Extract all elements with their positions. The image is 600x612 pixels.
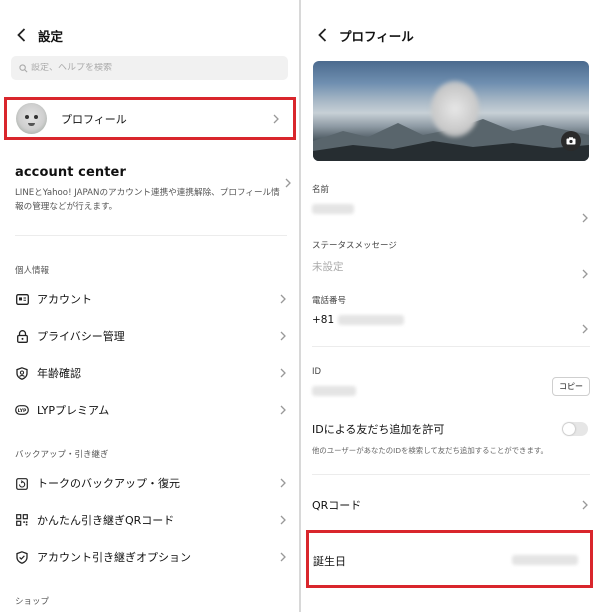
settings-item-label: LYPプレミアム bbox=[37, 404, 110, 417]
status-message-value: 未設定 bbox=[312, 261, 344, 273]
profile-label: プロフィール bbox=[61, 112, 127, 126]
back-button[interactable] bbox=[8, 22, 34, 48]
settings-item-age-verification[interactable]: 年齢確認 bbox=[15, 363, 292, 383]
profile-item[interactable]: プロフィール bbox=[4, 97, 296, 140]
settings-item-label: プライバシー管理 bbox=[37, 330, 125, 343]
settings-item-label: かんたん引き継ぎQRコード bbox=[37, 514, 175, 527]
search-bar[interactable] bbox=[11, 56, 288, 80]
divider bbox=[15, 235, 287, 236]
chevron-left-icon bbox=[317, 28, 326, 42]
backup-icon bbox=[15, 476, 29, 490]
birthday-item[interactable]: 誕生日 bbox=[306, 530, 593, 588]
qr-code-icon bbox=[15, 513, 29, 527]
settings-item-qr-transfer[interactable]: かんたん引き継ぎQRコード bbox=[15, 510, 292, 530]
allow-id-toggle[interactable] bbox=[562, 422, 588, 436]
chevron-right-icon bbox=[278, 550, 288, 564]
section-label-personal: 個人情報 bbox=[15, 266, 50, 276]
page-title: プロフィール bbox=[339, 28, 414, 44]
settings-item-label: アカウント引き継ぎオプション bbox=[37, 551, 191, 564]
divider bbox=[312, 474, 590, 475]
chevron-right-icon bbox=[580, 267, 590, 281]
profile-photo-blurred[interactable] bbox=[431, 81, 479, 137]
chevron-right-icon bbox=[278, 513, 288, 527]
allow-id-description: 他のユーザーがあなたのIDを検索して友だち追加することができます。 bbox=[312, 446, 548, 455]
chevron-right-icon bbox=[278, 366, 288, 380]
settings-panel: 設定 プロフィール account center LINEとYahoo! JAP… bbox=[0, 0, 299, 612]
profile-header: プロフィール bbox=[301, 22, 414, 48]
chevron-right-icon bbox=[278, 292, 288, 306]
id-field: ID コピー bbox=[312, 367, 590, 399]
qr-code-label: QRコード bbox=[312, 499, 362, 512]
section-label-backup: バックアップ・引き継ぎ bbox=[15, 450, 109, 460]
birthday-value-redacted bbox=[512, 555, 578, 565]
name-field[interactable]: 名前 bbox=[312, 183, 590, 223]
phone-field[interactable]: 電話番号 +81 bbox=[312, 294, 590, 334]
chevron-right-icon bbox=[580, 211, 590, 225]
settings-item-lyp-premium[interactable]: LYP LYPプレミアム bbox=[15, 400, 292, 420]
settings-item-label: トークのバックアップ・復元 bbox=[37, 477, 180, 490]
qr-code-item[interactable]: QRコード bbox=[312, 496, 590, 514]
chevron-right-icon bbox=[283, 176, 293, 190]
field-label: ID bbox=[312, 367, 322, 377]
copy-button[interactable]: コピー bbox=[552, 377, 590, 396]
field-label: 名前 bbox=[312, 185, 330, 195]
status-message-field[interactable]: ステータスメッセージ 未設定 bbox=[312, 239, 590, 279]
phone-prefix: +81 bbox=[312, 314, 335, 326]
id-value-redacted bbox=[312, 385, 590, 399]
svg-text:LYP: LYP bbox=[18, 408, 27, 414]
chevron-right-icon bbox=[278, 403, 288, 417]
birthday-label: 誕生日 bbox=[313, 555, 346, 568]
account-center-title: account center bbox=[15, 165, 126, 180]
chevron-left-icon bbox=[16, 28, 25, 42]
field-label: ステータスメッセージ bbox=[312, 241, 397, 251]
chevron-right-icon bbox=[271, 112, 281, 126]
settings-item-account[interactable]: アカウント bbox=[15, 289, 292, 309]
chevron-right-icon bbox=[580, 498, 590, 512]
search-icon bbox=[19, 63, 28, 72]
account-center-item[interactable]: account center LINEとYahoo! JAPANのアカウント連携… bbox=[15, 165, 291, 214]
shield-icon bbox=[15, 366, 29, 380]
avatar bbox=[16, 103, 47, 134]
allow-id-search-setting: IDによる友だち追加を許可 他のユーザーがあなたのIDを検索して友だち追加するこ… bbox=[312, 421, 590, 456]
account-center-description: LINEとYahoo! JAPANのアカウント連携や連携解除、プロフィール情報の… bbox=[15, 188, 280, 212]
settings-item-privacy[interactable]: プライバシー管理 bbox=[15, 326, 292, 346]
chevron-right-icon bbox=[278, 329, 288, 343]
settings-item-label: アカウント bbox=[37, 293, 92, 306]
id-card-icon bbox=[15, 292, 29, 306]
settings-header: 設定 bbox=[0, 22, 63, 48]
settings-item-chat-backup[interactable]: トークのバックアップ・復元 bbox=[15, 473, 292, 493]
settings-item-transfer-options[interactable]: アカウント引き継ぎオプション bbox=[15, 547, 292, 567]
profile-panel: プロフィール 名前 ステータスメッセージ 未設定 電話番号 +81 ID コピー… bbox=[301, 0, 600, 612]
lock-icon bbox=[15, 329, 29, 343]
shield-check-icon bbox=[15, 550, 29, 564]
cover-image[interactable] bbox=[313, 61, 589, 161]
section-label-shop: ショップ bbox=[15, 597, 50, 607]
search-input[interactable] bbox=[31, 63, 271, 73]
camera-icon[interactable] bbox=[561, 131, 581, 151]
chevron-right-icon bbox=[580, 322, 590, 336]
lyp-icon: LYP bbox=[15, 403, 29, 417]
allow-id-title: IDによる友だち追加を許可 bbox=[312, 423, 445, 436]
settings-item-label: 年齢確認 bbox=[37, 367, 81, 380]
page-title: 設定 bbox=[38, 28, 64, 44]
field-label: 電話番号 bbox=[312, 296, 347, 306]
back-button[interactable] bbox=[309, 22, 335, 48]
divider bbox=[312, 346, 590, 347]
name-value-redacted bbox=[312, 203, 590, 217]
chevron-right-icon bbox=[278, 476, 288, 490]
phone-value: +81 bbox=[312, 314, 590, 328]
